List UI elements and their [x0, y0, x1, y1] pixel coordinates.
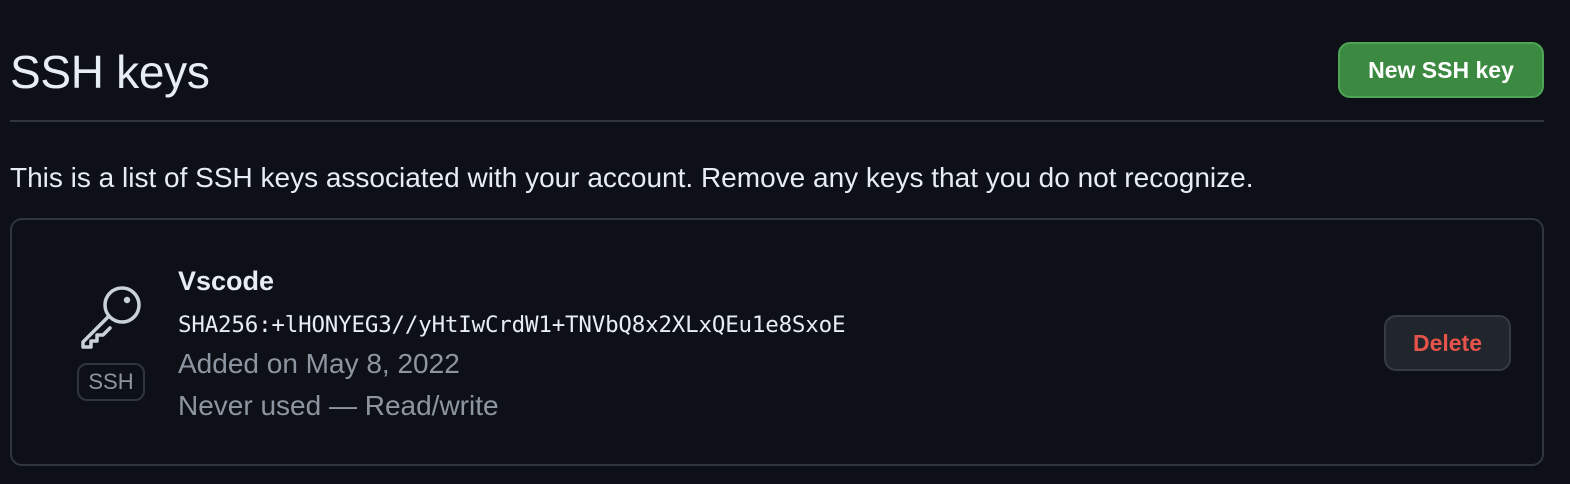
ssh-badge: SSH [77, 363, 145, 401]
intro-text: This is a list of SSH keys associated wi… [10, 162, 1254, 193]
ssh-key-list: SSH Vscode SHA256:+lHONYEG3//yHtIwCrdW1+… [10, 218, 1544, 466]
key-title: Vscode [178, 266, 275, 296]
key-usage: Never used — Read/write [178, 390, 499, 421]
page-header: SSH keys New SSH key [10, 0, 1544, 122]
key-added-date: Added on May 8, 2022 [178, 348, 460, 379]
key-icon [81, 286, 141, 349]
new-ssh-key-button[interactable]: New SSH key [1338, 42, 1544, 98]
page-title: SSH keys [10, 46, 210, 98]
delete-key-button[interactable]: Delete [1384, 315, 1511, 371]
key-fingerprint: SHA256:+lHONYEG3//yHtIwCrdW1+TNVbQ8x2XLx… [178, 312, 846, 338]
